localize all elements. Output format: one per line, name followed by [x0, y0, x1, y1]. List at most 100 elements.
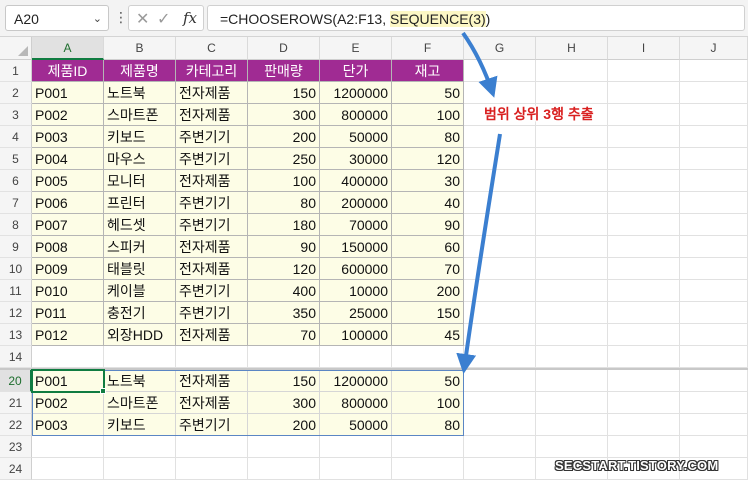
empty-cell[interactable] — [608, 392, 680, 414]
empty-cell[interactable] — [608, 148, 680, 170]
empty-cell[interactable] — [320, 458, 392, 480]
table-header-cell[interactable]: 카테고리 — [176, 60, 248, 82]
empty-cell[interactable] — [464, 126, 536, 148]
empty-cell[interactable] — [320, 436, 392, 458]
table-cell[interactable]: 태블릿 — [104, 258, 176, 280]
empty-cell[interactable] — [248, 458, 320, 480]
table-cell[interactable]: 30 — [392, 170, 464, 192]
table-cell[interactable]: P009 — [32, 258, 104, 280]
check-icon[interactable]: ✓ — [157, 9, 170, 29]
formula-input[interactable]: =CHOOSEROWS(A2:F13, SEQUENCE(3)) — [207, 5, 745, 31]
table-cell[interactable]: 120 — [248, 258, 320, 280]
empty-cell[interactable] — [536, 302, 608, 324]
empty-cell[interactable] — [536, 436, 608, 458]
fill-handle[interactable] — [100, 388, 106, 394]
column-header-e[interactable]: E — [320, 37, 392, 60]
table-cell[interactable]: P010 — [32, 280, 104, 302]
empty-cell[interactable] — [176, 346, 248, 368]
table-cell[interactable]: 50 — [392, 82, 464, 104]
empty-cell[interactable] — [680, 104, 748, 126]
empty-cell[interactable] — [608, 104, 680, 126]
table-cell[interactable]: 200000 — [320, 192, 392, 214]
empty-cell[interactable] — [680, 370, 748, 392]
row-header-2[interactable]: 2 — [0, 82, 32, 104]
row-header-10[interactable]: 10 — [0, 258, 32, 280]
result-cell[interactable]: P002 — [32, 392, 104, 414]
result-cell[interactable]: 키보드 — [104, 414, 176, 436]
table-cell[interactable]: 헤드셋 — [104, 214, 176, 236]
fx-icon[interactable]: fx — [183, 9, 197, 27]
column-header-i[interactable]: I — [608, 37, 680, 60]
empty-cell[interactable] — [608, 346, 680, 368]
table-cell[interactable]: 80 — [248, 192, 320, 214]
empty-cell[interactable] — [608, 170, 680, 192]
empty-cell[interactable] — [176, 436, 248, 458]
table-cell[interactable]: 노트북 — [104, 82, 176, 104]
table-cell[interactable]: 주변기기 — [176, 280, 248, 302]
table-cell[interactable]: 10000 — [320, 280, 392, 302]
table-cell[interactable]: 프린터 — [104, 192, 176, 214]
table-cell[interactable]: 100000 — [320, 324, 392, 346]
empty-cell[interactable] — [536, 170, 608, 192]
empty-cell[interactable] — [608, 214, 680, 236]
empty-cell[interactable] — [680, 258, 748, 280]
empty-cell[interactable] — [608, 324, 680, 346]
table-cell[interactable]: 케이블 — [104, 280, 176, 302]
table-cell[interactable]: 200 — [392, 280, 464, 302]
row-header-14[interactable]: 14 — [0, 346, 32, 368]
table-cell[interactable]: 키보드 — [104, 126, 176, 148]
empty-cell[interactable] — [536, 392, 608, 414]
empty-cell[interactable] — [464, 280, 536, 302]
table-cell[interactable]: 70 — [392, 258, 464, 280]
result-cell[interactable]: 주변기기 — [176, 414, 248, 436]
empty-cell[interactable] — [608, 280, 680, 302]
name-box[interactable]: A20 ⌄ — [5, 5, 109, 31]
result-cell[interactable]: 800000 — [320, 392, 392, 414]
row-header-13[interactable]: 13 — [0, 324, 32, 346]
table-cell[interactable]: 100 — [248, 170, 320, 192]
table-cell[interactable]: 150 — [392, 302, 464, 324]
table-cell[interactable]: 주변기기 — [176, 192, 248, 214]
table-cell[interactable]: 25000 — [320, 302, 392, 324]
empty-cell[interactable] — [464, 258, 536, 280]
empty-cell[interactable] — [536, 414, 608, 436]
empty-cell[interactable] — [248, 346, 320, 368]
table-cell[interactable]: 80 — [392, 126, 464, 148]
table-cell[interactable]: 90 — [392, 214, 464, 236]
column-header-f[interactable]: F — [392, 37, 464, 60]
table-cell[interactable]: 모니터 — [104, 170, 176, 192]
table-cell[interactable]: 400000 — [320, 170, 392, 192]
table-cell[interactable]: P001 — [32, 82, 104, 104]
table-cell[interactable]: 전자제품 — [176, 82, 248, 104]
column-header-b[interactable]: B — [104, 37, 176, 60]
table-cell[interactable]: P011 — [32, 302, 104, 324]
row-header-3[interactable]: 3 — [0, 104, 32, 126]
empty-cell[interactable] — [464, 60, 536, 82]
table-cell[interactable]: 70000 — [320, 214, 392, 236]
table-cell[interactable]: P008 — [32, 236, 104, 258]
row-header-5[interactable]: 5 — [0, 148, 32, 170]
result-cell[interactable]: 전자제품 — [176, 370, 248, 392]
table-cell[interactable]: 100 — [392, 104, 464, 126]
row-header-8[interactable]: 8 — [0, 214, 32, 236]
result-cell[interactable]: 50 — [392, 370, 464, 392]
empty-cell[interactable] — [32, 436, 104, 458]
empty-cell[interactable] — [464, 414, 536, 436]
row-header-4[interactable]: 4 — [0, 126, 32, 148]
empty-cell[interactable] — [104, 346, 176, 368]
empty-cell[interactable] — [320, 346, 392, 368]
empty-cell[interactable] — [608, 258, 680, 280]
table-header-cell[interactable]: 제품ID — [32, 60, 104, 82]
table-cell[interactable]: P006 — [32, 192, 104, 214]
empty-cell[interactable] — [176, 458, 248, 480]
row-header-20[interactable]: 20 — [0, 370, 32, 392]
table-cell[interactable]: 주변기기 — [176, 302, 248, 324]
table-cell[interactable]: 외장HDD — [104, 324, 176, 346]
table-cell[interactable]: 주변기기 — [176, 126, 248, 148]
table-cell[interactable]: P012 — [32, 324, 104, 346]
table-cell[interactable]: 120 — [392, 148, 464, 170]
empty-cell[interactable] — [536, 236, 608, 258]
empty-cell[interactable] — [680, 192, 748, 214]
table-cell[interactable]: 전자제품 — [176, 170, 248, 192]
result-cell[interactable]: 200 — [248, 414, 320, 436]
